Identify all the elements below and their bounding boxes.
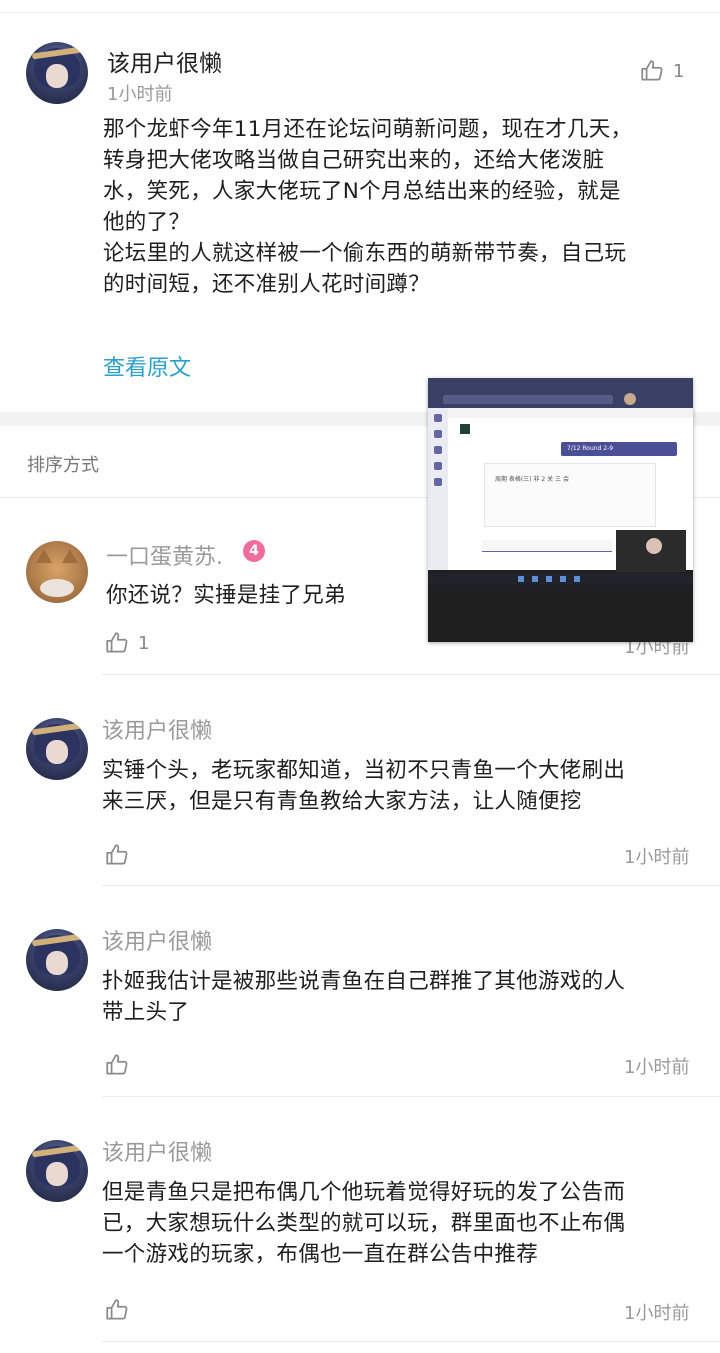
main-post-like-button[interactable]: 1	[639, 58, 684, 84]
overlay-taskbar-icon	[560, 576, 566, 582]
comment-username[interactable]: 该用户很懒	[102, 924, 212, 956]
overlay-taskbar-icon	[546, 576, 552, 582]
content-line: 一个游戏的玩家，布偶也一直在群公告中推荐	[102, 1242, 539, 1267]
overlay-side-icon	[434, 430, 442, 438]
view-original-link[interactable]: 查看原文	[103, 350, 191, 382]
comment-divider	[102, 674, 720, 675]
overlay-avatar	[624, 393, 636, 405]
overlay-card-title: 周期 表格(三) 非 2 关 三 会	[495, 476, 569, 483]
comment-like-button[interactable]	[104, 1297, 130, 1323]
overlay-taskbar-icon	[518, 576, 524, 582]
overlay-taskbar-icon	[532, 576, 538, 582]
overlay-compose-box	[482, 540, 612, 552]
thumbs-up-icon	[106, 1299, 128, 1320]
overlay-side-icon	[434, 462, 442, 470]
comment-username[interactable]: 该用户很懒	[102, 713, 212, 745]
top-divider	[0, 12, 720, 13]
level-badge: 4	[243, 540, 265, 562]
main-post-time: 1小时前	[107, 84, 173, 105]
sort-button[interactable]: 排序方式	[27, 451, 99, 477]
comment-content: 实锤个头，老玩家都知道，当初不只青鱼一个大佬刷出 来三厌，但是只有青鱼教给大家方…	[102, 755, 687, 817]
overlay-search-bar	[443, 395, 613, 404]
comment-like-button[interactable]	[104, 842, 130, 868]
main-post-username[interactable]: 该用户很懒	[107, 44, 222, 78]
content-line: 转身把大佬攻略当做自己研究出来的，还给大佬泼脏	[103, 148, 605, 173]
main-post-like-count: 1	[673, 60, 685, 82]
thumbs-up-icon	[106, 1054, 128, 1075]
comment-avatar[interactable]	[26, 541, 88, 603]
overlay-banner: 7/12 Round 2-9	[561, 442, 677, 456]
comment-like-button[interactable]: 1	[104, 630, 149, 656]
comment-content: 扑姬我估计是被那些说青鱼在自己群推了其他游戏的人 带上头了	[102, 966, 687, 1028]
comment-divider	[102, 1096, 720, 1097]
overlay-card: 周期 表格(三) 非 2 关 三 会	[484, 463, 656, 527]
overlay-team-tile	[460, 424, 470, 434]
content-line: 水，笑死，人家大佬玩了N个月总结出来的经验，就是	[103, 179, 621, 204]
content-line: 扑姬我估计是被那些说青鱼在自己群推了其他游戏的人	[102, 969, 626, 994]
overlay-call-avatar	[646, 538, 662, 554]
content-line: 的时间短，还不准别人花时间蹲？	[103, 272, 431, 297]
thumbs-up-icon	[106, 844, 128, 865]
thumbs-up-icon	[106, 632, 128, 653]
overlay-tabbar	[448, 408, 693, 418]
content-line: 带上头了	[102, 1000, 190, 1025]
comment-avatar[interactable]	[26, 718, 88, 780]
comment-avatar[interactable]	[26, 929, 88, 991]
overlay-side-icon	[434, 446, 442, 454]
comment-avatar[interactable]	[26, 1140, 88, 1202]
comment-time: 1小时前	[624, 847, 690, 868]
thumbs-up-icon	[641, 60, 663, 81]
screenshot-overlay[interactable]: 7/12 Round 2-9 周期 表格(三) 非 2 关 三 会	[428, 378, 693, 642]
overlay-taskbar-icon	[574, 576, 580, 582]
comment-content: 但是青鱼只是把布偶几个他玩着觉得好玩的发了公告而 已，大家想玩什么类型的就可以玩…	[102, 1177, 687, 1270]
comment-like-button[interactable]	[104, 1052, 130, 1078]
overlay-banner-text: 7/12 Round 2-9	[567, 445, 614, 452]
content-line: 实锤个头，老玩家都知道，当初不只青鱼一个大佬刷出	[102, 758, 626, 783]
overlay-side-icon	[434, 414, 442, 422]
comment-divider	[102, 885, 720, 886]
content-line: 来三厌，但是只有青鱼教给大家方法，让人随便挖	[102, 789, 582, 814]
main-post-content: 那个龙虾今年11月还在论坛问萌新问题，现在才几天， 转身把大佬攻略当做自己研究出…	[103, 114, 688, 300]
comment-time: 1小时前	[624, 1303, 690, 1324]
overlay-side-icon	[434, 478, 442, 486]
comment-username[interactable]: 一口蛋黄苏.	[106, 539, 223, 571]
content-line: 论坛里的人就这样被一个偷东西的萌新带节奏，自己玩	[103, 241, 627, 266]
main-post-avatar[interactable]	[26, 42, 88, 104]
comment-like-count: 1	[138, 632, 150, 654]
comment-time: 1小时前	[624, 1057, 690, 1078]
content-line: 已，大家想玩什么类型的就可以玩，群里面也不止布偶	[102, 1211, 626, 1236]
comment-divider	[102, 1341, 720, 1342]
content-line: 那个龙虾今年11月还在论坛问萌新问题，现在才几天，	[103, 117, 633, 142]
comment-username[interactable]: 该用户很懒	[102, 1135, 212, 1167]
content-line: 但是青鱼只是把布偶几个他玩着觉得好玩的发了公告而	[102, 1180, 626, 1205]
content-line: 他的了？	[103, 210, 191, 235]
